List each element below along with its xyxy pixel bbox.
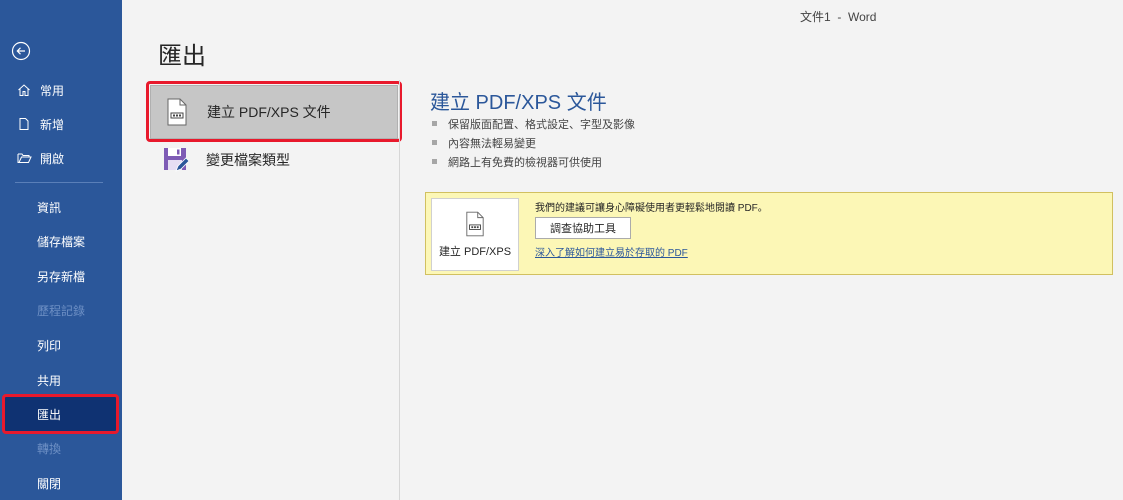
nav-save-as[interactable]: 另存新檔 — [0, 260, 122, 292]
window-title: 文件1 - Word — [800, 10, 877, 24]
pdf-document-icon — [163, 97, 191, 127]
nav-transform-label: 轉換 — [37, 441, 62, 456]
option-create-pdf-xps[interactable]: 建立 PDF/XPS 文件 — [150, 85, 398, 139]
nav-open[interactable]: 開啟 — [0, 143, 122, 173]
nav-info[interactable]: 資訊 — [0, 191, 122, 223]
page-title: 匯出 — [158, 43, 206, 70]
nav-export[interactable]: 匯出 — [4, 397, 118, 431]
bullet-item: 保留版面配置、格式設定、字型及影像 — [432, 114, 635, 133]
nav-divider — [15, 182, 103, 183]
option-change-file-type[interactable]: 變更檔案類型 — [150, 133, 398, 187]
home-icon — [16, 82, 32, 98]
feature-bullets: 保留版面配置、格式設定、字型及影像 內容無法輕易變更 網路上有免費的檢視器可供使… — [432, 114, 635, 171]
bullet-item: 網路上有免費的檢視器可供使用 — [432, 152, 635, 171]
nav-home-label: 常用 — [40, 83, 65, 98]
nav-transform: 轉換 — [0, 432, 122, 464]
nav-share[interactable]: 共用 — [0, 364, 122, 396]
accessibility-tip-box: 建立 PDF/XPS 我們的建議可讓身心障礙使用者更輕鬆地閱讀 PDF。 調查協… — [425, 192, 1113, 275]
option-create-pdf-xps-label: 建立 PDF/XPS 文件 — [207, 104, 331, 120]
nav-export-label: 匯出 — [37, 407, 62, 422]
nav-history: 歷程記錄 — [0, 294, 122, 326]
create-pdf-xps-button-label: 建立 PDF/XPS — [438, 245, 512, 258]
nav-home[interactable]: 常用 — [0, 75, 122, 105]
nav-print-label: 列印 — [37, 338, 62, 353]
option-change-file-type-label: 變更檔案類型 — [206, 152, 290, 168]
nav-close-label: 關閉 — [37, 476, 62, 491]
nav-save-label: 儲存檔案 — [37, 234, 86, 249]
nav-new-label: 新增 — [40, 117, 65, 132]
bullet-item: 內容無法輕易變更 — [432, 133, 635, 152]
create-pdf-xps-button[interactable]: 建立 PDF/XPS — [431, 198, 519, 271]
new-document-icon — [16, 116, 32, 132]
tip-text: 我們的建議可讓身心障礙使用者更輕鬆地閱讀 PDF。 — [535, 203, 768, 214]
back-button[interactable] — [8, 38, 34, 64]
options-divider — [399, 80, 400, 500]
backstage-sidebar: 常用 新增 開啟 資訊 儲存檔案 另存新檔 歷程記錄 列印 共用 匯出 轉換 關… — [0, 0, 122, 500]
pdf-document-icon — [466, 211, 484, 236]
nav-info-label: 資訊 — [37, 200, 62, 215]
nav-print[interactable]: 列印 — [0, 329, 122, 361]
check-accessibility-button[interactable]: 調查協助工具 — [535, 217, 631, 239]
back-arrow-icon — [11, 41, 31, 61]
nav-save-as-label: 另存新檔 — [37, 269, 86, 284]
nav-history-label: 歷程記錄 — [37, 303, 86, 318]
nav-open-label: 開啟 — [40, 151, 65, 166]
nav-new[interactable]: 新增 — [0, 109, 122, 139]
detail-title: 建立 PDF/XPS 文件 — [430, 92, 607, 114]
nav-close[interactable]: 關閉 — [0, 467, 122, 499]
nav-save[interactable]: 儲存檔案 — [0, 225, 122, 257]
nav-share-label: 共用 — [37, 373, 62, 388]
learn-accessible-pdf-link[interactable]: 深入了解如何建立易於存取的 PDF — [535, 244, 688, 259]
save-as-type-icon — [162, 145, 190, 175]
open-folder-icon — [16, 150, 32, 166]
